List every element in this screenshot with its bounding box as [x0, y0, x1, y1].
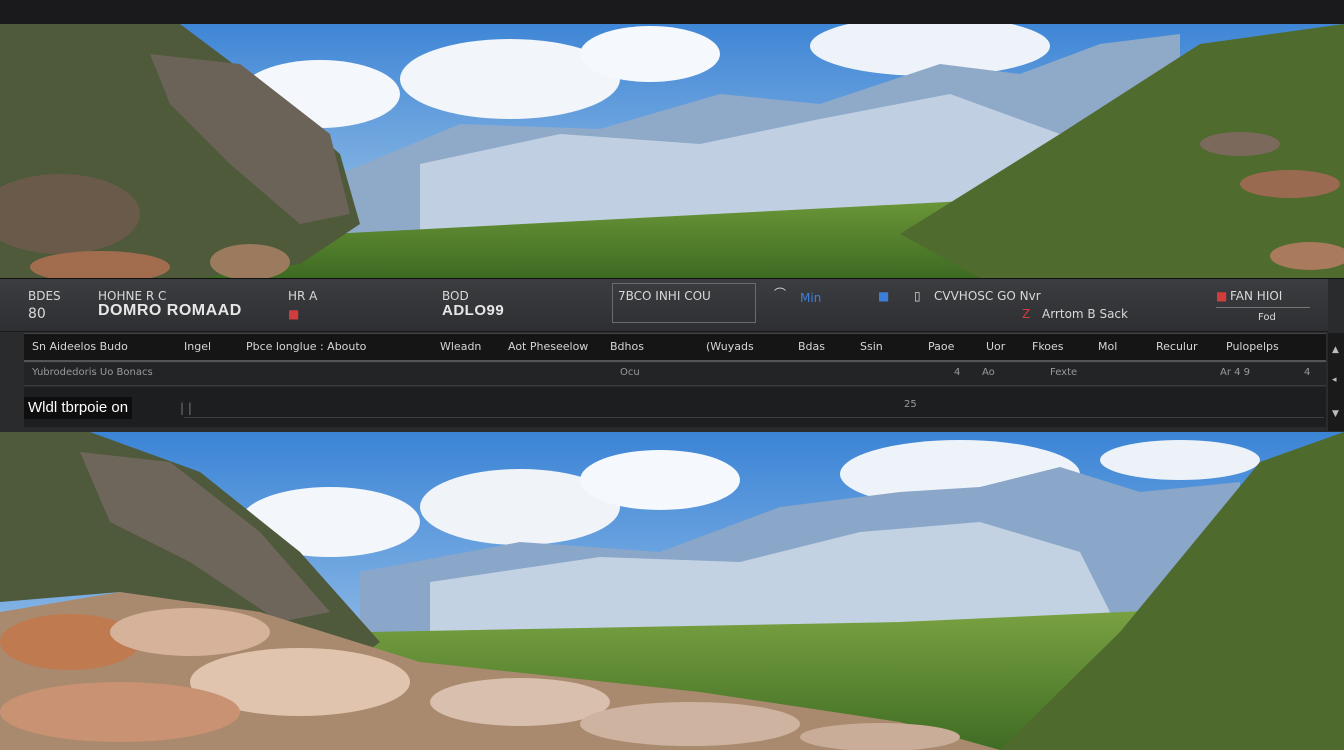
column-header[interactable]: Mol	[1098, 340, 1117, 353]
column-header[interactable]: Fkoes	[1032, 340, 1064, 353]
column-header[interactable]: Sn Aideelos Budo	[32, 340, 128, 353]
input-label: Wldl tbrpoie on	[24, 397, 133, 419]
header-title: DOMRO ROMAAD	[98, 302, 242, 319]
row-cell: Fexte	[1050, 367, 1078, 378]
data-panel: BDES 80 HOHNE R C DOMRO ROMAAD HR A ■ BO…	[0, 278, 1344, 434]
row-cell: 4	[1304, 367, 1311, 378]
header-group2: HR A	[288, 289, 318, 303]
landscape-image-top	[0, 24, 1344, 278]
scroll-down-icon[interactable]: ▼	[1332, 409, 1339, 419]
header-group7-bottom: Fod	[1258, 312, 1276, 323]
header-left-bottom: 80	[28, 306, 46, 322]
record-icon: ■	[288, 307, 300, 321]
flag-icon: ■	[1216, 289, 1228, 303]
column-header[interactable]: Uor	[986, 340, 1005, 353]
timeline-track[interactable]	[184, 417, 1324, 418]
table-row[interactable]: Yubrodedoris Uo Bonacs Ocu 4 Ao Fexte Ar…	[24, 363, 1326, 386]
column-header[interactable]: Bdhos	[610, 340, 644, 353]
column-header[interactable]: Paoe	[928, 340, 954, 353]
wave-icon: ⌒	[774, 287, 787, 301]
header-divider	[1216, 307, 1310, 308]
column-header[interactable]: Reculur	[1156, 340, 1198, 353]
text-cursor[interactable]: | |	[180, 401, 192, 415]
column-header[interactable]: Pulopelps	[1226, 340, 1279, 353]
header-group5: Min	[800, 291, 822, 305]
column-header[interactable]: Wleadn	[440, 340, 481, 353]
column-header[interactable]: Bdas	[798, 340, 825, 353]
panel-header: BDES 80 HOHNE R C DOMRO ROMAAD HR A ■ BO…	[0, 279, 1328, 332]
table-column-header: Sn Aideelos Budo Ingel Pbce longlue : Ab…	[24, 333, 1326, 362]
timeline-marker: 25	[904, 399, 917, 410]
header-group3-top: BOD	[442, 289, 469, 303]
landscape-image-bottom	[0, 432, 1344, 750]
scroll-up-icon[interactable]: ▲	[1332, 345, 1339, 355]
vertical-scrollbar[interactable]: ▲ ◂ ▼	[1328, 333, 1344, 431]
row-cell: Ar 4 9	[1220, 367, 1251, 378]
header-group3-bottom: ADLO99	[442, 302, 505, 319]
row-cell-name: Yubrodedoris Uo Bonacs	[32, 367, 153, 378]
header-group7-top: FAN HIOI	[1230, 289, 1283, 303]
header-group6-top: CVVHOSC GO Nvr	[934, 289, 1041, 303]
red-z-icon: Z	[1022, 307, 1031, 321]
header-left-top: BDES	[28, 289, 61, 303]
info-icon: ▯	[914, 289, 921, 303]
top-bar	[0, 0, 1344, 24]
column-header[interactable]: Pbce longlue : Abouto	[246, 340, 366, 353]
row-cell: 4	[954, 367, 961, 378]
row-cell: Ao	[982, 367, 995, 378]
column-header[interactable]: (Wuyads	[706, 340, 754, 353]
column-header[interactable]: Aot Pheseelow	[508, 340, 588, 353]
row-cell: Ocu	[620, 367, 640, 378]
column-header[interactable]: Ingel	[184, 340, 211, 353]
header-group6-bottom: Arrtom B Sack	[1042, 307, 1128, 321]
header-group4: 7BCO INHI COU	[618, 289, 711, 303]
header-title-small: HOHNE R C	[98, 289, 167, 303]
blue-square-icon: ■	[878, 289, 890, 303]
scroll-knob-icon[interactable]: ◂	[1332, 375, 1337, 385]
column-header[interactable]: Ssin	[860, 340, 883, 353]
input-row: Wldl tbrpoie on | | 25	[24, 387, 1326, 427]
